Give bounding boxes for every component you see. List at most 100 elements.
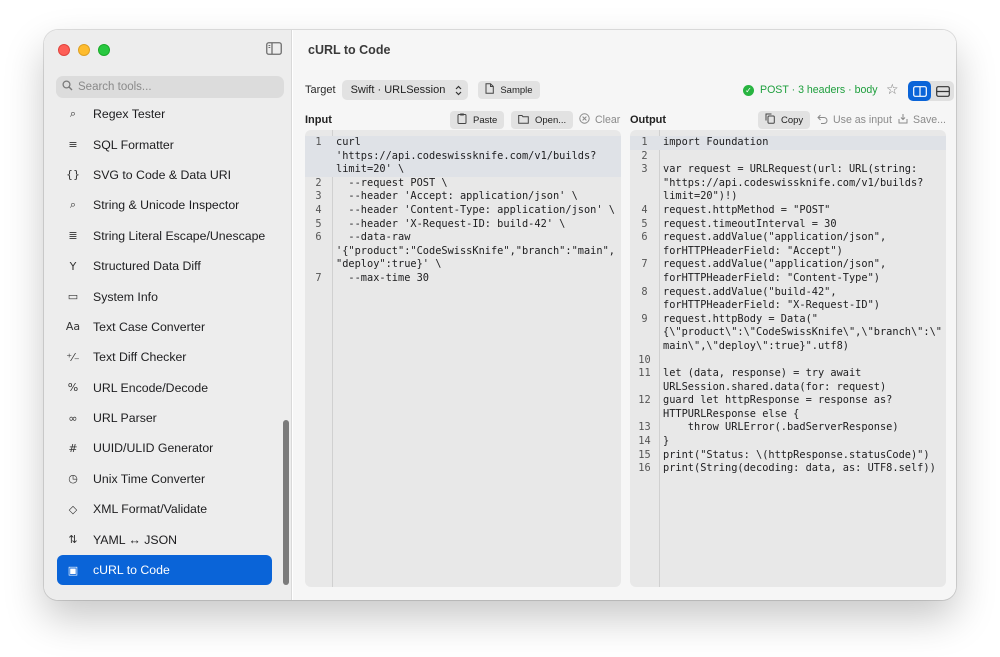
sidebar-item[interactable]: ▣ cURL to Code xyxy=(57,554,272,586)
sample-button-label: Sample xyxy=(500,84,533,96)
status-text: POST · 3 headers · body xyxy=(760,84,878,96)
save-icon xyxy=(898,113,913,127)
braces-icon: {} xyxy=(66,168,80,182)
sidebar-item[interactable]: ⇅ YAML ↔ JSON xyxy=(57,524,272,554)
code-line: 10 xyxy=(630,354,946,368)
toolbar: Target Swift · URLSession Sample ✓ POST … xyxy=(305,80,954,101)
code-text: --header 'Accept: application/json' \ xyxy=(336,190,578,203)
sidebar-item-label: Unix Time Converter xyxy=(93,471,206,486)
sidebar-item[interactable]: ◷ Unix Time Converter xyxy=(57,464,272,494)
app-window: ⌕ Regex Tester ≡ SQL Formatter {} SVG to Code… xyxy=(44,30,956,600)
code-text: guard let httpResponse = response as? xyxy=(663,394,893,407)
code-line: {\"product\":\"CodeSwissKnife\",\"branch… xyxy=(630,326,946,340)
plus-minus-icon: ⁺⁄₋ xyxy=(66,350,80,364)
sidebar-item[interactable]: {} SVG to Code & Data URI xyxy=(57,160,272,190)
code-text: URLSession.shared.data(for: request) xyxy=(663,380,887,393)
line-number xyxy=(630,245,659,259)
sidebar-item[interactable]: ≡ SQL Formatter xyxy=(57,129,272,159)
input-editor[interactable]: 1 curl'https://api.codeswissknife.com/v1/… xyxy=(305,130,621,587)
clear-button-label: Clear xyxy=(595,114,621,126)
sidebar-item[interactable]: ≣ String Literal Escape/Unescape xyxy=(57,221,272,251)
copy-button[interactable]: Copy xyxy=(758,111,811,129)
line-number: 5 xyxy=(315,217,322,230)
clear-button[interactable]: Clear xyxy=(579,113,620,127)
swap-icon: ⇅ xyxy=(68,533,78,547)
line-number xyxy=(630,299,659,313)
line-number: 2 xyxy=(641,149,648,162)
sidebar-item[interactable]: ▭ System Info xyxy=(57,281,272,311)
sidebar-item[interactable]: ⁺⁄₋ Text Diff Checker xyxy=(57,342,272,372)
code-line: 2 xyxy=(630,150,946,164)
columns-icon xyxy=(912,85,927,97)
layout-stacked-button[interactable] xyxy=(931,81,954,101)
output-title: Output xyxy=(630,114,667,126)
code-line: "https://api.codeswissknife.com/v1/build… xyxy=(630,177,946,191)
use-as-input-button[interactable]: Use as input xyxy=(817,114,892,127)
clipboard-icon xyxy=(457,113,473,127)
sidebar-item[interactable]: Y Structured Data Diff xyxy=(57,251,272,281)
window-title: cURL to Code xyxy=(293,30,956,70)
sidebar-item[interactable]: ∞ URL Parser xyxy=(57,403,272,433)
main-content: cURL to Code Target Swift · URLSession S… xyxy=(293,30,956,600)
code-text: '{"product":"CodeSwissKnife","branch":"m… xyxy=(336,244,615,257)
sidebar-toggle-icon[interactable] xyxy=(266,42,282,55)
code-line: 13 throw URLError(.badServerResponse) xyxy=(630,421,946,435)
sample-button[interactable]: Sample xyxy=(478,81,540,99)
sidebar-item-label: URL Parser xyxy=(93,411,157,426)
sidebar-scrollbar-thumb[interactable] xyxy=(283,420,289,585)
code-line: forHTTPHeaderField: "X-Request-ID") xyxy=(630,299,946,313)
use-as-input-label: Use as input xyxy=(833,114,892,126)
sidebar-item[interactable]: ◇ XML Format/Validate xyxy=(57,494,272,524)
arrow-uturn-left-icon xyxy=(817,114,833,127)
sidebar-item[interactable]: ⌕ String & Unicode Inspector xyxy=(57,190,272,220)
code-text: limit=20' \ xyxy=(336,163,405,176)
tool-list: ⌕ Regex Tester ≡ SQL Formatter {} SVG to Code… xyxy=(57,99,272,586)
line-number xyxy=(305,163,332,177)
sidebar-item[interactable]: # UUID/ULID Generator xyxy=(57,433,272,463)
search-field[interactable] xyxy=(56,76,284,98)
sidebar-item[interactable]: % URL Encode/Decode xyxy=(57,373,272,403)
line-number: 12 xyxy=(638,394,651,407)
zoom-window-button[interactable] xyxy=(98,44,110,56)
open-button-label: Open... xyxy=(535,114,567,126)
code-line: 3 var request = URLRequest(url: URL(strin… xyxy=(630,163,946,177)
star-icon[interactable]: ☆ xyxy=(886,82,899,98)
chevron-up-down-icon xyxy=(455,85,462,96)
code-line: 11 let (data, response) = try await xyxy=(630,367,946,381)
line-number: 3 xyxy=(641,163,648,176)
paste-button[interactable]: Paste xyxy=(450,111,505,129)
save-button[interactable]: Save... xyxy=(898,113,946,127)
code-text: {\"product\":\"CodeSwissKnife\",\"branch… xyxy=(663,326,942,339)
sidebar-item-label: Regex Tester xyxy=(93,107,166,122)
code-text: forHTTPHeaderField: "Accept") xyxy=(663,244,843,257)
line-number: 2 xyxy=(315,176,322,189)
layout-side-by-side-button[interactable] xyxy=(908,81,931,101)
search-input[interactable] xyxy=(78,81,268,93)
code-line: 6 --data-raw xyxy=(305,231,621,245)
target-select[interactable]: Swift · URLSession xyxy=(341,80,469,100)
rows-icon xyxy=(935,85,950,97)
code-text: "deploy":true}' \ xyxy=(336,258,442,271)
sidebar-item-label: SQL Formatter xyxy=(93,137,174,152)
magnifier-regex-icon: ⌕ xyxy=(69,107,77,121)
sidebar-item-label: URL Encode/Decode xyxy=(93,380,209,395)
minimize-window-button[interactable] xyxy=(78,44,90,56)
output-editor[interactable]: 1 import Foundation 2 3 var request = URLReq… xyxy=(630,130,946,587)
code-text: import Foundation xyxy=(663,136,769,148)
code-text: } xyxy=(663,435,670,448)
code-line: main\",\"deploy\":true}".utf8) xyxy=(630,340,946,354)
display-icon: ▭ xyxy=(67,290,79,304)
open-button[interactable]: Open... xyxy=(511,111,574,129)
code-text: 'https://api.codeswissknife.com/v1/build… xyxy=(336,149,597,162)
code-text: request.addValue("application/json", xyxy=(663,258,887,271)
code-line: 4 --header 'Content-Type: application/js… xyxy=(305,204,621,218)
line-number xyxy=(305,258,332,272)
sidebar-item[interactable]: Aa Text Case Converter xyxy=(57,312,272,342)
code-line: HTTPURLResponse else { xyxy=(630,408,946,422)
line-number: 11 xyxy=(638,367,651,380)
line-number xyxy=(630,381,659,395)
output-pane-header: Output Copy Use as input Save... xyxy=(630,110,946,130)
line-number: 7 xyxy=(641,258,648,271)
close-window-button[interactable] xyxy=(58,44,70,56)
sidebar-item[interactable]: ⌕ Regex Tester xyxy=(57,99,272,129)
